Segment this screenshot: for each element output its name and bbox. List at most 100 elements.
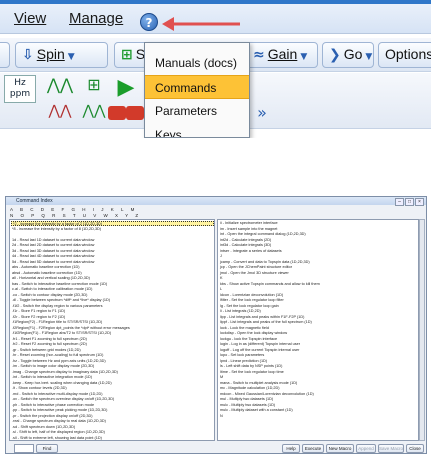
command-row[interactable]: lopo - Set lock parameters — [219, 353, 418, 358]
command-row[interactable]: M — [219, 375, 418, 380]
command-row[interactable]: lipp - List integrals and peaks within F… — [219, 315, 418, 320]
command-row[interactable]: .sll - Shift to extreme left, showing la… — [11, 436, 214, 441]
hz-ppm-toggle[interactable]: Hz ppm — [4, 75, 36, 103]
command-row[interactable]: ls - Left shift data by NSP points (1D) — [219, 364, 418, 369]
save-macro-button[interactable]: Save Macro — [378, 444, 404, 453]
command-row[interactable]: .f1r - Store F1 region to F1 (1D) — [11, 309, 214, 314]
command-row[interactable]: ltime - Set the lock regulator loop time — [219, 370, 418, 375]
execute-button[interactable]: Execute — [302, 444, 324, 453]
append-button[interactable]: Append — [356, 444, 376, 453]
menu-item-manuals[interactable]: Manuals (docs) — [145, 51, 249, 75]
go-button[interactable]: ❯ Go ▼ — [322, 42, 374, 68]
command-row[interactable]: *8 - increase the intensity by a factor … — [11, 227, 214, 232]
command-row[interactable]: bas - Switch to interactive baseline cor… — [11, 282, 214, 287]
menu-item-keys[interactable]: Keys — [145, 123, 249, 137]
stop-icon[interactable] — [108, 106, 126, 120]
command-row[interactable]: ii - Initialize spectrometer interface — [219, 221, 418, 226]
command-row[interactable]: *2 - increase the intensity by a factor … — [11, 221, 214, 226]
command-row[interactable]: logoff - Log off the current Topspin int… — [219, 348, 418, 353]
command-list-left[interactable]: *2 - increase the intensity by a factor … — [9, 219, 215, 441]
multiplet-icon[interactable]: ⊞ — [78, 75, 110, 103]
menu-view[interactable]: View — [14, 10, 46, 27]
integration-icon[interactable]: ⋀⋀ — [44, 103, 76, 131]
command-row[interactable]: .ph - Switch to interactive phase correc… — [11, 403, 214, 408]
command-row[interactable]: .f1Region(F2) - F1Region title to ST/SR/… — [11, 320, 214, 325]
command-row[interactable]: 2d - Read last 2D dataset to current dat… — [11, 243, 214, 248]
command-row[interactable]: mulc - Multiply two datasets (1D) — [219, 403, 418, 408]
command-row[interactable]: jmol - Open the Jmol 3D structure viewer — [219, 271, 418, 276]
command-row[interactable]: .keep - Keep hor./vert. scaling when cha… — [11, 381, 214, 386]
command-row[interactable]: K — [219, 276, 418, 281]
command-row[interactable]: int3d - Calculate integrals (3D) — [219, 243, 418, 248]
search-input[interactable] — [14, 444, 34, 453]
command-row[interactable]: .hz - Toggle between Hz and ppm axis uni… — [11, 359, 214, 364]
command-row[interactable]: .f2Region(F1) - F2Region dpt_points the … — [11, 326, 214, 331]
command-row[interactable]: .co - Switch to contour display mode (2D… — [11, 293, 214, 298]
command-row[interactable]: J — [219, 254, 418, 259]
alphabet-index-upper[interactable]: A B C D E F G H I J K L M — [10, 207, 137, 212]
command-row[interactable]: lock - Lock the magnetic field — [219, 326, 418, 331]
command-row[interactable]: 3d - Read last 3D dataset to current dat… — [11, 249, 214, 254]
new-macro-button[interactable]: New Macro — [326, 444, 354, 453]
command-row[interactable]: mul - Multiply two datasets (1D) — [219, 397, 418, 402]
peak-picking-icon[interactable]: ⋀⋀ — [44, 75, 76, 103]
command-row[interactable]: login - Log in as (different) Topspin in… — [219, 342, 418, 347]
command-row[interactable]: mana - Switch to multiplet analysis mode… — [219, 381, 418, 386]
maximize-icon[interactable]: □ — [405, 198, 414, 206]
command-row[interactable]: .ov - Switch the spectrum overview displ… — [11, 397, 214, 402]
menu-manage[interactable]: Manage — [69, 10, 123, 27]
command-row[interactable]: lockgu - lock the Topspin interface — [219, 337, 418, 342]
double-chevron-icon[interactable]: » — [246, 103, 278, 131]
command-row[interactable]: .fr2 - Reset F2 zooming to full spectrum… — [11, 342, 214, 347]
command-row[interactable]: lg - Set the lock regulator loop gain — [219, 304, 418, 309]
command-row[interactable]: .imag - Change spectrum display to imagi… — [11, 370, 214, 375]
menu-item-parameters[interactable]: Parameters — [145, 99, 249, 123]
command-row[interactable]: .dl - Toggle between spectrum *diff* and… — [11, 298, 214, 303]
command-row[interactable]: lpnd - Linear prediction (1D) — [219, 359, 418, 364]
command-row[interactable]: .sd - Shift spectrum down (1D,2D,3D) — [11, 425, 214, 430]
close-icon[interactable]: × — [415, 198, 424, 206]
question-mark-icon[interactable]: ? — [140, 13, 158, 31]
command-row[interactable]: .hr - Reset zooming (hor.-scaling) to fu… — [11, 353, 214, 358]
gain-button[interactable]: ≈ Gain ▼ — [246, 42, 318, 68]
command-row[interactable]: abs - Automatic baseline correction (1D) — [11, 265, 214, 270]
command-row[interactable]: absd - Automatic baseline correction (1D… — [11, 271, 214, 276]
command-row[interactable]: lockdisp - Open the lock display window — [219, 331, 418, 336]
command-row[interactable]: lfilter - Set the lock regulator loop fi… — [219, 298, 418, 303]
command-row[interactable]: im - Insert sample into the magnet — [219, 227, 418, 232]
command-row[interactable]: .lt - Show contour levels (2D,3D) — [11, 386, 214, 391]
command-row[interactable]: jcamp - Convert and data to Topspin data… — [219, 260, 418, 265]
options-button[interactable]: Options — [378, 42, 431, 68]
command-row[interactable]: L — [219, 287, 418, 292]
command-row[interactable]: ldcon - Lorentzian deconvolution (1D) — [219, 293, 418, 298]
vertical-scrollbar[interactable] — [419, 219, 425, 441]
command-row[interactable]: .f1f2 - Switch the display region to var… — [11, 304, 214, 309]
command-row[interactable]: .sl - Shift to left, half of the display… — [11, 430, 214, 435]
command-row[interactable]: N — [219, 414, 418, 419]
command-row[interactable]: c.al - Switch to interactive calibration… — [11, 287, 214, 292]
halt-icon[interactable] — [126, 106, 144, 120]
command-row[interactable]: 1d - Read last 1D dataset to current dat… — [11, 238, 214, 243]
minimize-icon[interactable]: – — [395, 198, 404, 206]
play-icon[interactable]: ▶ — [110, 75, 142, 103]
command-list-right[interactable]: ii - Initialize spectrometer interface im… — [217, 219, 419, 441]
multi-display-icon[interactable]: ⋀⋀ — [78, 103, 110, 131]
command-row[interactable]: lippf - List integrals and peaks of the … — [219, 320, 418, 325]
command-row[interactable]: jcp - Open the JChemPaint structure edit… — [219, 265, 418, 270]
command-row[interactable]: li - List integrals (1D,2D) — [219, 309, 418, 314]
toolbar-button-partial[interactable] — [0, 42, 10, 68]
command-row[interactable]: int - Open the integral command dialog (… — [219, 232, 418, 237]
command-row[interactable]: .pp - Switch to interactive peak picking… — [11, 408, 214, 413]
command-row[interactable]: kbs - Show active Topspin commands and a… — [219, 282, 418, 287]
command-row[interactable]: .f1f2Region(F1) - F1Region abs/T2 to ST/… — [11, 331, 214, 336]
command-row[interactable]: mdcon - Mixed Gaussian/Lorentzian deconv… — [219, 392, 418, 397]
spin-button[interactable]: ⇩ Spin ▼ — [15, 42, 108, 68]
command-row[interactable]: .im - Switch to image color display mode… — [11, 364, 214, 369]
command-row[interactable]: .md - Switch to interactive multi-displa… — [11, 392, 214, 397]
find-button[interactable]: Find — [36, 444, 58, 453]
command-row[interactable]: 4d - Read last 4D dataset to current dat… — [11, 254, 214, 259]
command-row[interactable]: mc - Magnitude calculation (1D,2D) — [219, 386, 418, 391]
command-row[interactable]: .gr - Switch between grid modes (1D,2D) — [11, 348, 214, 353]
command-row[interactable]: .f2r - Store F2 region to F2 (1D) — [11, 315, 214, 320]
command-row[interactable]: .fr1 - Reset F1 zooming to full spectrum… — [11, 337, 214, 342]
